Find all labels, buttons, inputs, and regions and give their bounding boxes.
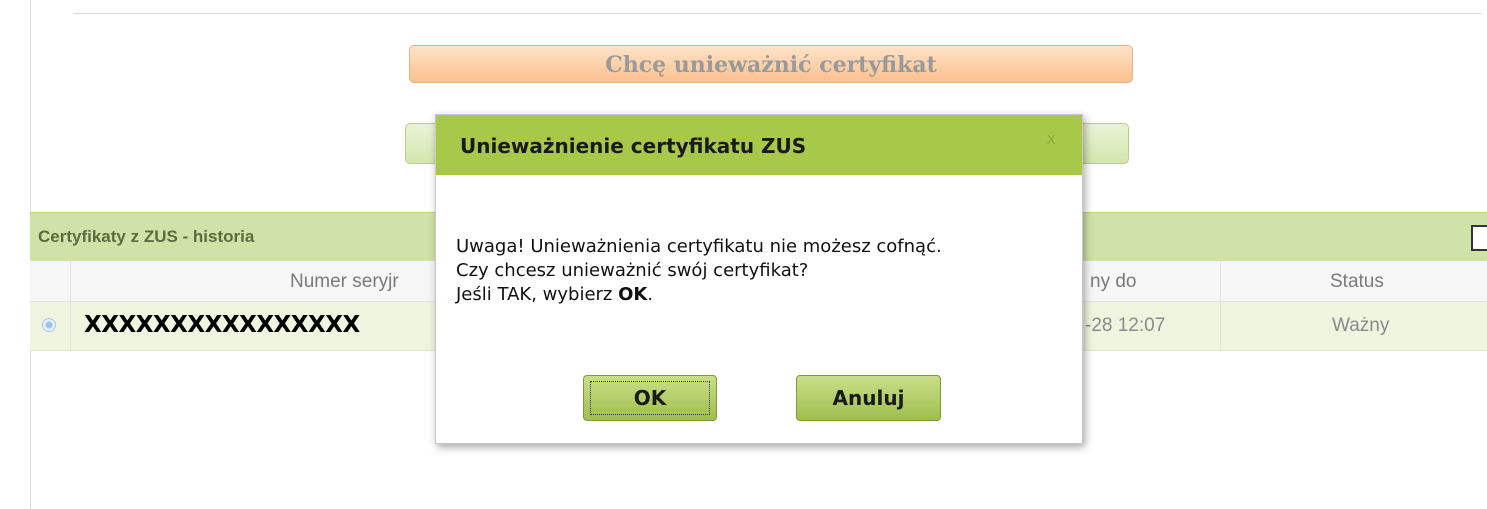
row-status: Ważny — [1332, 315, 1390, 336]
column-header-valid-until[interactable]: ny do — [1090, 271, 1136, 293]
expand-icon[interactable] — [1471, 225, 1487, 251]
column-divider — [1220, 261, 1221, 301]
dialog-message-line: Uwaga! Unieważnienia certyfikatu nie moż… — [456, 236, 942, 257]
top-divider — [74, 13, 1482, 14]
dialog-message-text: . — [647, 284, 654, 305]
close-icon[interactable]: x — [1047, 129, 1056, 148]
dialog-message-emphasis: OK — [618, 284, 648, 305]
ok-button[interactable]: OK — [583, 375, 717, 421]
row-select-cell — [30, 302, 71, 350]
dialog-title: Unieważnienie certyfikatu ZUS — [460, 134, 807, 158]
column-divider — [1220, 302, 1221, 350]
history-panel-title: Certyfikaty z ZUS - historia — [38, 227, 255, 246]
dialog-message-text: Jeśli TAK, wybierz — [456, 284, 619, 305]
row-select-radio[interactable] — [42, 318, 56, 332]
cancel-button[interactable]: Anuluj — [796, 375, 941, 421]
row-valid-until: -28 12:07 — [1085, 315, 1166, 336]
column-header-serial[interactable]: Numer seryjr — [290, 271, 399, 293]
revoke-certificate-button[interactable]: Chcę unieważnić certyfikat — [409, 45, 1133, 83]
row-serial-number: XXXXXXXXXXXXXXXX — [84, 312, 360, 338]
dialog-header: Unieważnienie certyfikatu ZUS x — [436, 115, 1082, 175]
dialog-message-line: Jeśli TAK, wybierz OK. — [456, 283, 942, 307]
select-column-header — [30, 261, 71, 301]
revoke-certificate-dialog: Unieważnienie certyfikatu ZUS x Uwaga! U… — [435, 114, 1083, 444]
page: Chcę unieważnić certyfikat Certyfikaty z… — [0, 0, 1487, 509]
column-header-status[interactable]: Status — [1330, 271, 1384, 293]
focus-ring — [590, 381, 710, 415]
dialog-message: Uwaga! Unieważnienia certyfikatu nie moż… — [456, 235, 942, 307]
dialog-message-line: Czy chcesz unieważnić swój certyfikat? — [456, 260, 809, 281]
